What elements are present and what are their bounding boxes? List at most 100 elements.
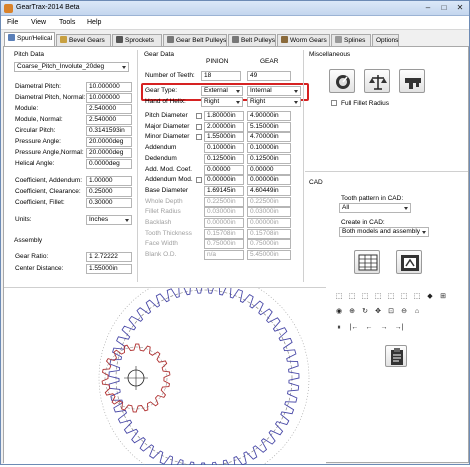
gear-value-field[interactable]: 0.00000in <box>247 218 291 228</box>
diametral-pitch-normal-field[interactable]: 10.000000 <box>86 93 132 103</box>
pinion-value-field[interactable]: 1.80000in <box>204 111 244 121</box>
pinion-helix-select[interactable]: Right <box>201 97 243 107</box>
gear-type-select[interactable]: Internal <box>247 86 301 96</box>
step-back-icon[interactable]: ← <box>364 323 374 333</box>
zoom-extents-icon[interactable]: ◉ <box>334 307 344 317</box>
pinion-value-field[interactable]: 0.15708in <box>204 228 244 239</box>
tab-belt-pulleys[interactable]: Belt Pulleys <box>228 34 276 46</box>
tab-worm-gears[interactable]: Worm Gears <box>277 34 330 46</box>
pinion-type-select[interactable]: External <box>201 86 243 96</box>
gear-value-field[interactable]: 0.10000in <box>247 143 291 154</box>
gear-belt-pulley-icon <box>167 36 174 43</box>
chevron-down-icon <box>294 101 298 104</box>
pause-icon[interactable]: ⏸ <box>334 323 344 333</box>
gear-value-field[interactable]: 0.00000in <box>247 175 291 186</box>
gear-preview-canvas[interactable] <box>4 272 326 467</box>
module-normal-field[interactable]: 2.540000 <box>86 115 132 125</box>
diametral-pitch-field[interactable]: 10.000000 <box>86 82 132 92</box>
zoom-window-icon[interactable]: ⊡ <box>386 307 396 317</box>
pan-icon[interactable]: ✥ <box>373 307 383 317</box>
zoom-in-icon[interactable]: ⊕ <box>347 307 357 317</box>
view-left-icon[interactable]: ⬚ <box>399 292 409 302</box>
pinion-teeth-field[interactable]: 18 <box>201 71 241 81</box>
gear-value-field[interactable]: 0.12500in <box>247 153 291 164</box>
pinion-value-field[interactable]: 0.75000in <box>204 239 244 250</box>
tab-sprockets[interactable]: Sprockets <box>112 34 162 46</box>
close-button[interactable]: ✕ <box>453 2 467 14</box>
pitch-standard-select[interactable]: Coarse_Pitch_Involute_20deg <box>14 62 129 72</box>
last-step-icon[interactable]: →| <box>394 323 404 333</box>
circular-pitch-field[interactable]: 0.3141593in <box>86 126 132 136</box>
gear-teeth-field[interactable]: 49 <box>247 71 291 81</box>
view-iso-icon[interactable]: ⬚ <box>334 292 344 302</box>
coef-addendum-field[interactable]: 1.00000 <box>86 176 132 186</box>
tool-settings-button[interactable] <box>399 69 425 93</box>
view-grid-icon[interactable]: ⊞ <box>438 292 448 302</box>
view-shaded-icon[interactable]: ◆ <box>425 292 435 302</box>
pressure-angle-field[interactable]: 20.0000deg <box>86 137 132 147</box>
tab-bevel-gears[interactable]: Bevel Gears <box>56 34 111 46</box>
reset-view-icon[interactable]: ⌂ <box>412 307 422 317</box>
first-step-icon[interactable]: |← <box>349 323 359 333</box>
pressure-angle-normal-field[interactable]: 20.0000deg <box>86 148 132 158</box>
tab-gear-belt-pulleys[interactable]: Gear Belt Pulleys <box>163 34 227 46</box>
pinion-value-field[interactable]: 0.22500in <box>204 196 244 207</box>
lock-value-checkbox[interactable] <box>196 123 202 130</box>
rotate-icon[interactable]: ↻ <box>360 307 370 317</box>
lock-value-checkbox[interactable] <box>196 113 202 119</box>
pinion-value-field[interactable]: 0.00000in <box>204 175 244 186</box>
view-top-icon[interactable]: ⬚ <box>360 292 370 302</box>
gear-value-field[interactable]: 4.70000in <box>247 132 291 143</box>
pinion-value-field[interactable]: n/a <box>204 250 244 261</box>
gear-value-field[interactable]: 0.15708in <box>247 228 291 239</box>
gear-value-field[interactable]: 5.45000in <box>247 250 291 261</box>
pinion-value-field[interactable]: 0.12500in <box>204 153 244 164</box>
tab-spur-helical[interactable]: Spur/Helical <box>4 32 55 46</box>
gear-helix-select[interactable]: Right <box>247 97 301 107</box>
lock-value-checkbox[interactable] <box>196 134 202 141</box>
minimize-button[interactable]: – <box>421 2 435 14</box>
module-field[interactable]: 2.540000 <box>86 104 132 114</box>
lock-value-checkbox[interactable] <box>196 177 202 184</box>
menu-tools[interactable]: Tools <box>59 19 75 26</box>
full-fillet-radius-checkbox[interactable] <box>331 100 337 106</box>
step-forward-icon[interactable]: → <box>379 323 389 333</box>
tooth-pattern-select[interactable]: All <box>339 203 411 213</box>
coef-fillet-field[interactable]: 0.30000 <box>86 198 132 208</box>
gear-value-field[interactable]: 0.00000 <box>247 164 291 175</box>
center-distance-field[interactable]: 1.55000in <box>86 264 132 274</box>
pinion-value-field[interactable]: 0.00000in <box>204 218 244 228</box>
view-bottom-icon[interactable]: ⬚ <box>412 292 422 302</box>
menu-help[interactable]: Help <box>87 19 101 26</box>
gear-value-field[interactable]: 0.22500in <box>247 196 291 207</box>
report-button[interactable] <box>385 345 407 367</box>
helical-angle-field[interactable]: 0.0000deg <box>86 159 132 169</box>
menu-view[interactable]: View <box>31 19 46 26</box>
gear-calculator-button[interactable] <box>329 69 355 93</box>
create-model-button[interactable] <box>396 250 422 274</box>
maximize-button[interactable]: □ <box>437 2 451 14</box>
tab-splines[interactable]: Splines <box>331 34 371 46</box>
pinion-value-field[interactable]: 1.69145in <box>204 185 244 196</box>
view-right-icon[interactable]: ⬚ <box>373 292 383 302</box>
gear-value-field[interactable]: 5.15000in <box>247 121 291 132</box>
coef-clearance-field[interactable]: 0.25000 <box>86 187 132 197</box>
pinion-value-field[interactable]: 0.10000in <box>204 143 244 154</box>
pinion-value-field[interactable]: 2.00000in <box>204 121 244 132</box>
gear-value-field[interactable]: 4.60449in <box>247 185 291 196</box>
view-back-icon[interactable]: ⬚ <box>386 292 396 302</box>
pinion-value-field[interactable]: 0.03000in <box>204 207 244 218</box>
menu-file[interactable]: File <box>7 19 18 26</box>
gear-value-field[interactable]: 0.03000in <box>247 207 291 218</box>
tab-options[interactable]: Options <box>372 34 399 46</box>
units-select[interactable]: Inches <box>86 215 132 225</box>
gear-value-field[interactable]: 4.90000in <box>247 111 291 121</box>
gear-value-field[interactable]: 0.75000in <box>247 239 291 250</box>
zoom-out-icon[interactable]: ⊖ <box>399 307 409 317</box>
create-in-cad-select[interactable]: Both models and assembly <box>339 227 429 237</box>
table-view-button[interactable] <box>354 250 380 274</box>
pinion-value-field[interactable]: 0.00000 <box>204 164 244 175</box>
balance-scale-button[interactable] <box>364 69 390 93</box>
view-front-icon[interactable]: ⬚ <box>347 292 357 302</box>
pinion-value-field[interactable]: 1.55000in <box>204 132 244 143</box>
